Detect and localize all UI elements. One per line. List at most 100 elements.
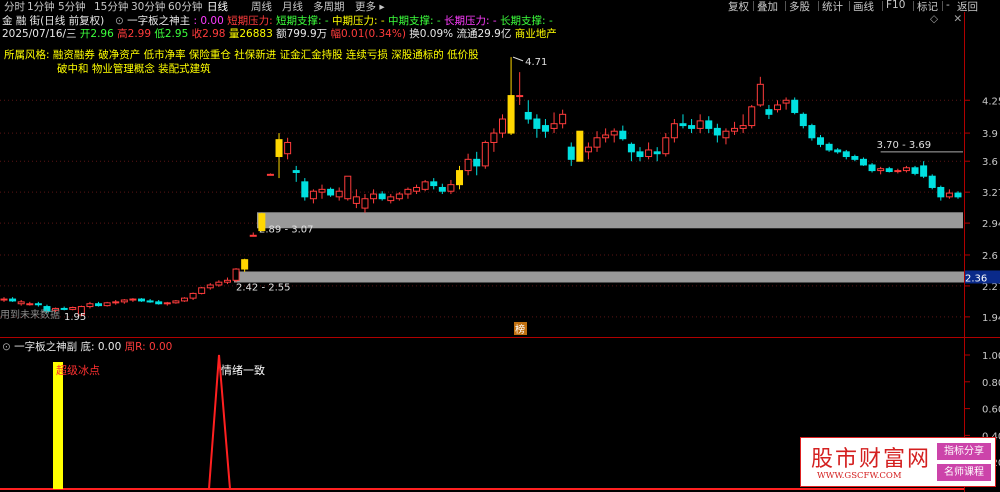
candle-body (782, 99, 790, 104)
candle-body (26, 303, 34, 306)
candle-body (69, 306, 77, 310)
candle-body (241, 259, 249, 270)
pressure-zone-upper (257, 212, 963, 229)
logo-badge-share: 指标分享 (937, 443, 991, 460)
candle-body (335, 190, 343, 198)
candle-body (602, 134, 610, 139)
sub-tick-label: 0.80 (982, 378, 1000, 389)
candle-body (696, 120, 704, 129)
candle-body (516, 95, 524, 98)
peak-pointer (512, 56, 524, 62)
candle-body (275, 139, 283, 158)
candle-body (765, 109, 773, 115)
candle-body (95, 303, 103, 307)
candle-body (928, 175, 936, 188)
candle-body (722, 130, 730, 139)
candle-body (60, 307, 68, 310)
candle-body (885, 168, 893, 173)
y-tick-label: 1.94 (982, 313, 1000, 324)
signal-bar-ice-point (53, 362, 63, 489)
candle-body (541, 125, 549, 132)
low-label: 1.95 (64, 312, 86, 323)
candle-body (894, 170, 902, 173)
candle-body (361, 198, 369, 209)
candle-body (258, 213, 266, 232)
candle-body (387, 196, 395, 202)
candle-body (413, 186, 421, 192)
candle-body (266, 173, 274, 176)
candle-body (172, 300, 180, 304)
candle-body (653, 151, 661, 155)
candle-body (645, 149, 653, 158)
candle-body (791, 99, 799, 113)
candle-body (627, 143, 635, 153)
signal-label-consensus: 情绪一致 (221, 363, 265, 377)
candle-body (774, 104, 782, 111)
candle-body (662, 137, 670, 155)
candle-body (851, 156, 859, 160)
y-tick-label: 4.25 (982, 96, 1000, 107)
candle-body (731, 127, 739, 132)
candle-body (756, 83, 764, 106)
candle-body (249, 234, 257, 237)
candle-body (945, 192, 953, 198)
candle-body (112, 301, 120, 304)
candle-body (309, 190, 317, 200)
zone-label-upper: 2.89 - 3.07 (259, 224, 314, 235)
candle-body (593, 137, 601, 148)
candle-body (559, 113, 567, 125)
candle-body (421, 181, 429, 190)
candle-body (739, 125, 747, 129)
candle-body (17, 301, 25, 305)
logo-badge-course: 名师课程 (937, 464, 991, 481)
candle-body (584, 146, 592, 153)
future-data-note: 用到未来数据 (0, 308, 60, 321)
signal-label-ice-point: 超级冰点 (56, 363, 100, 377)
candle-body (507, 95, 515, 134)
y-tick-label: 3.9 (982, 129, 998, 140)
candle-body (842, 151, 850, 158)
sub-tick-label: 1.00 (982, 351, 1000, 362)
candle-body (404, 188, 412, 195)
candle-body (799, 113, 807, 127)
candle-body (456, 170, 464, 186)
y-tick-label: 3.6 (982, 157, 998, 168)
candle-body (180, 297, 188, 302)
candle-body (447, 184, 455, 192)
candle-body (438, 186, 446, 192)
candle-body (138, 298, 146, 302)
candle-body (215, 281, 223, 286)
candle-body (163, 302, 171, 305)
sub-tick-label: 0.60 (982, 405, 1000, 416)
candle-body (670, 123, 678, 139)
candle-body (705, 120, 713, 129)
candle-body (636, 151, 644, 158)
candle-body (473, 158, 481, 167)
candle-body (567, 146, 575, 160)
candle-body (550, 123, 558, 129)
candle-body (464, 158, 472, 172)
candle-body (86, 303, 94, 308)
zone-label-lower: 2.42 - 2.55 (236, 282, 291, 293)
y-tick-label: 2.94 (982, 219, 1000, 230)
candle-body (129, 298, 137, 301)
candle-body (481, 141, 489, 167)
candle-body (816, 137, 824, 145)
candle-body (232, 268, 240, 281)
candlestick-chart[interactable]: 4.253.93.63.272.942.62.271.942.89 - 3.07… (0, 0, 1000, 337)
candle-body (688, 125, 696, 129)
site-logo: 股市财富网 WWW.GSCFW.COM 指标分享 名师课程 (800, 437, 996, 487)
candle-body (808, 125, 816, 139)
candle-body (834, 149, 842, 153)
candle-body (34, 303, 42, 306)
candle-body (378, 193, 386, 200)
y-tick-label: 3.27 (982, 188, 1000, 199)
candle-body (206, 284, 214, 289)
candle-body (9, 298, 17, 302)
candle-body (292, 170, 300, 173)
y-tick-label: 2.6 (982, 251, 998, 262)
candle-body (430, 181, 438, 187)
logo-url: WWW.GSCFW.COM (817, 471, 902, 481)
candle-body (868, 164, 876, 172)
candle-body (155, 301, 163, 305)
